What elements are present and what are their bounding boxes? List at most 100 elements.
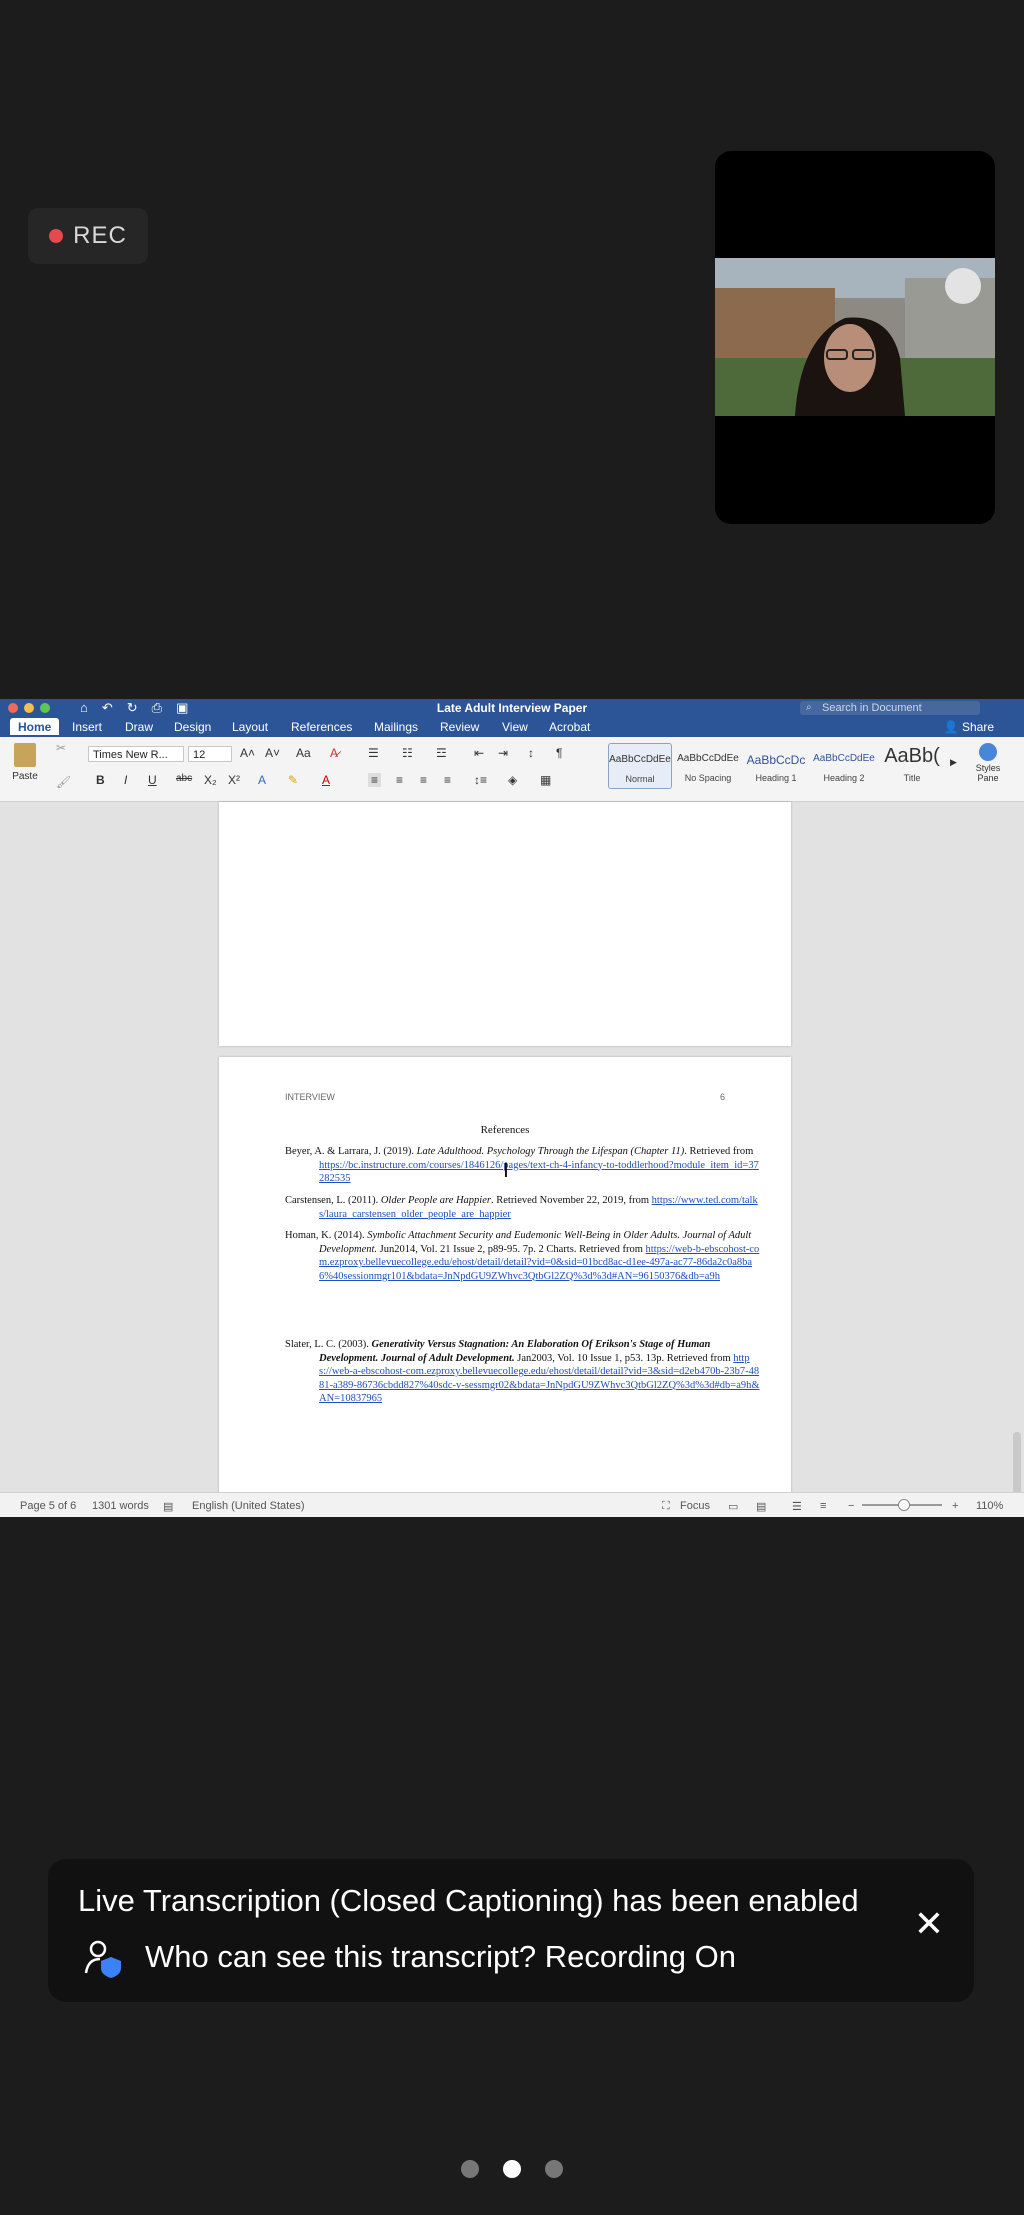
style-heading-2[interactable]: AaBbCcDdEe Heading 2 bbox=[812, 743, 876, 789]
italic-button[interactable]: I bbox=[124, 773, 127, 787]
references-heading: References bbox=[480, 1124, 530, 1136]
draft-view-icon[interactable]: ≡ bbox=[820, 1500, 826, 1512]
paste-icon bbox=[14, 743, 36, 767]
notice-title: Live Transcription (Closed Captioning) h… bbox=[78, 1883, 859, 1918]
zoom-out-icon[interactable]: − bbox=[848, 1500, 854, 1512]
page-dot[interactable] bbox=[461, 2160, 479, 2178]
styles-gallery: AaBbCcDdEe Normal AaBbCcDdEe No Spacing … bbox=[606, 743, 960, 789]
styles-pane-icon bbox=[979, 743, 997, 761]
shading-icon[interactable]: ◈ bbox=[508, 773, 517, 787]
style-title[interactable]: AaBb( Title bbox=[880, 743, 944, 789]
proofing-icon[interactable]: ▤ bbox=[163, 1500, 173, 1513]
page-dot-active[interactable] bbox=[503, 2160, 521, 2178]
recording-indicator: REC bbox=[28, 208, 148, 264]
language-label[interactable]: English (United States) bbox=[192, 1500, 305, 1512]
tab-references[interactable]: References bbox=[291, 720, 352, 734]
zoom-in-icon[interactable]: + bbox=[952, 1500, 958, 1512]
reference-entry: Homan, K. (2014). Symbolic Attachment Se… bbox=[285, 1230, 760, 1282]
page-number: 6 bbox=[719, 1092, 725, 1102]
text-effects-icon[interactable]: A bbox=[258, 773, 266, 787]
tab-view[interactable]: View bbox=[502, 720, 528, 734]
search-document-input[interactable]: ⌕ Search in Document bbox=[800, 701, 980, 715]
tab-layout[interactable]: Layout bbox=[232, 720, 268, 734]
print-layout-icon[interactable]: ▭ bbox=[728, 1500, 738, 1513]
align-right-icon[interactable]: ≡ bbox=[420, 773, 427, 787]
change-case-icon[interactable]: Aa bbox=[296, 746, 311, 760]
page-5 bbox=[219, 802, 791, 1046]
line-spacing-icon[interactable]: ↕≡ bbox=[474, 773, 487, 787]
format-painter-icon[interactable]: 🖌 bbox=[56, 775, 71, 789]
ribbon-tabs: Home Insert Draw Design Layout Reference… bbox=[0, 717, 1024, 737]
status-bar: Page 5 of 6 1301 words ▤ English (United… bbox=[0, 1492, 1024, 1517]
participant-video bbox=[715, 258, 995, 416]
style-normal[interactable]: AaBbCcDdEe Normal bbox=[608, 743, 672, 789]
tab-review[interactable]: Review bbox=[440, 720, 479, 734]
reference-entry: Beyer, A. & Larrara, J. (2019). Late Adu… bbox=[285, 1146, 759, 1185]
highlight-icon[interactable]: ✎ bbox=[288, 773, 298, 787]
style-heading-1[interactable]: AaBbCcDc Heading 1 bbox=[744, 743, 808, 789]
grow-font-icon[interactable]: A˄ bbox=[240, 746, 255, 760]
notice-transcript-link[interactable]: Who can see this transcript? Recording O… bbox=[145, 1939, 736, 1975]
page-indicator bbox=[0, 2160, 1024, 2178]
zoom-level[interactable]: 110% bbox=[976, 1500, 1003, 1512]
recording-dot-icon bbox=[49, 229, 64, 243]
cut-icon[interactable]: ✂ bbox=[56, 741, 66, 755]
page-6: INTERVIEW 6 References Beyer, A. & Larra… bbox=[219, 1057, 791, 1517]
text-cursor-icon: Ⅰ bbox=[503, 1160, 509, 1182]
shrink-font-icon[interactable]: A˅ bbox=[265, 746, 280, 760]
document-canvas[interactable]: INTERVIEW 6 References Beyer, A. & Larra… bbox=[0, 802, 1024, 1517]
page-count: Page 5 of 6 bbox=[20, 1500, 77, 1512]
align-center-icon[interactable]: ≡ bbox=[396, 773, 403, 787]
page-dot[interactable] bbox=[545, 2160, 563, 2178]
align-left-icon[interactable]: ≡ bbox=[368, 773, 382, 787]
ribbon-home: Paste ✂ 🖌 Times New R... 12 A˄ A˅ Aa A̷ … bbox=[0, 737, 1024, 802]
close-icon[interactable]: ✕ bbox=[914, 1903, 944, 1945]
zoom-slider-thumb[interactable] bbox=[898, 1499, 910, 1511]
word-titlebar: ⌂ ↶ ↻ ⎙ ▣ Late Adult Interview Paper ⌕ S… bbox=[0, 699, 1024, 717]
font-size-select[interactable]: 12 bbox=[188, 746, 232, 762]
outline-view-icon[interactable]: ☰ bbox=[792, 1500, 802, 1513]
word-count: 1301 words bbox=[92, 1500, 149, 1512]
bold-button[interactable]: B bbox=[96, 773, 105, 787]
subscript-button[interactable]: X₂ bbox=[204, 773, 217, 787]
superscript-button[interactable]: X² bbox=[228, 773, 240, 787]
paste-button[interactable]: Paste bbox=[10, 743, 40, 791]
borders-icon[interactable]: ▦ bbox=[540, 773, 551, 787]
tab-insert[interactable]: Insert bbox=[72, 720, 102, 734]
search-icon: ⌕ bbox=[806, 702, 812, 713]
focus-icon[interactable]: ⛶ bbox=[662, 1500, 670, 1513]
styles-more-icon[interactable]: ▶ bbox=[950, 757, 957, 768]
sort-icon[interactable]: ↕ bbox=[528, 746, 534, 760]
multilevel-list-icon[interactable]: ☲ bbox=[436, 746, 447, 760]
self-video-tile[interactable] bbox=[715, 151, 995, 524]
styles-pane-button[interactable]: Styles Pane bbox=[968, 741, 1008, 783]
show-marks-icon[interactable]: ¶ bbox=[556, 746, 562, 760]
increase-indent-icon[interactable]: ⇥ bbox=[498, 746, 508, 760]
live-transcription-notice: Live Transcription (Closed Captioning) h… bbox=[48, 1859, 974, 2002]
focus-mode-button[interactable]: Focus bbox=[680, 1500, 710, 1512]
shared-screen: ⌂ ↶ ↻ ⎙ ▣ Late Adult Interview Paper ⌕ S… bbox=[0, 699, 1024, 1517]
numbering-icon[interactable]: ☷ bbox=[402, 746, 413, 760]
tab-acrobat[interactable]: Acrobat bbox=[549, 720, 590, 734]
bullets-icon[interactable]: ☰ bbox=[368, 746, 379, 760]
font-color-icon[interactable]: A bbox=[322, 773, 330, 787]
font-name-select[interactable]: Times New R... bbox=[88, 746, 184, 762]
tab-design[interactable]: Design bbox=[174, 720, 211, 734]
tab-mailings[interactable]: Mailings bbox=[374, 720, 418, 734]
reference-entry: Carstensen, L. (2011). Older People are … bbox=[285, 1195, 758, 1220]
reference-entry: Slater, L. C. (2003). Generativity Versu… bbox=[285, 1339, 760, 1404]
justify-icon[interactable]: ≡ bbox=[444, 773, 451, 787]
privacy-person-icon bbox=[84, 1940, 121, 1978]
underline-button[interactable]: U bbox=[148, 773, 157, 787]
strikethrough-button[interactable]: abc bbox=[176, 773, 192, 784]
reference-link[interactable]: https://bc.instructure.com/courses/18461… bbox=[319, 1160, 759, 1185]
clear-formatting-icon[interactable]: A̷ bbox=[330, 746, 338, 760]
style-no-spacing[interactable]: AaBbCcDdEe No Spacing bbox=[676, 743, 740, 789]
decrease-indent-icon[interactable]: ⇤ bbox=[474, 746, 484, 760]
tab-draw[interactable]: Draw bbox=[125, 720, 153, 734]
running-head: INTERVIEW bbox=[285, 1092, 335, 1102]
share-button[interactable]: 👤 Share bbox=[944, 720, 994, 734]
rec-label: REC bbox=[73, 222, 127, 249]
tab-home[interactable]: Home bbox=[10, 718, 60, 735]
web-layout-icon[interactable]: ▤ bbox=[756, 1500, 766, 1513]
